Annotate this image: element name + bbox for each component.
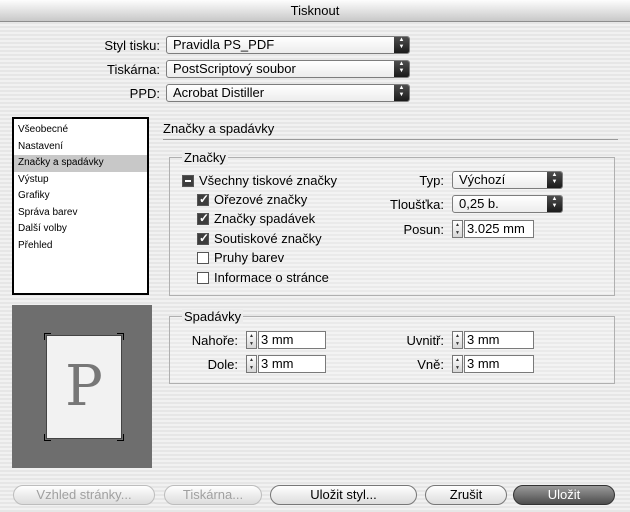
sidebar-item-summary[interactable]: Přehled — [14, 238, 147, 255]
offset-stepper[interactable]: ▲ ▼ — [452, 220, 463, 238]
bleed-outside-stepper[interactable]: ▲ ▼ — [452, 355, 463, 373]
bleed-bottom-input[interactable]: 3 mm — [258, 355, 326, 373]
checkbox-checked-icon — [197, 211, 209, 225]
sidebar-item-advanced[interactable]: Další volby — [14, 221, 147, 238]
sidebar-item-setup[interactable]: Nastavení — [14, 139, 147, 156]
crop-marks-checkbox[interactable]: Ořezové značky — [197, 192, 307, 207]
mark-type-popup[interactable]: Výchozí ▲ ▼ — [452, 171, 563, 189]
popup-arrows-icon: ▲ ▼ — [394, 37, 409, 53]
checkbox-checked-icon — [197, 192, 209, 206]
crop-mark-icon — [44, 333, 51, 340]
preview-letter: P — [65, 354, 103, 419]
checkbox-checked-icon — [197, 231, 209, 245]
mark-type-value: Výchozí — [459, 172, 506, 187]
save-button[interactable]: Uložit — [513, 485, 615, 505]
sidebar-item-output[interactable]: Výstup — [14, 172, 147, 189]
printer-popup[interactable]: PostScriptový soubor ▲ ▼ — [166, 60, 410, 78]
weight-popup[interactable]: 0,25 b. ▲ ▼ — [452, 195, 563, 213]
ppd-value: Acrobat Distiller — [173, 85, 265, 100]
crop-mark-icon — [117, 333, 124, 340]
checkbox-unchecked-icon — [197, 251, 209, 264]
bleed-inside-input[interactable]: 3 mm — [464, 331, 534, 349]
bleed-marks-checkbox[interactable]: Značky spadávek — [197, 211, 315, 226]
page-info-checkbox[interactable]: Informace o stránce — [197, 270, 329, 285]
page-info-label: Informace o stránce — [214, 270, 329, 285]
bleed-bottom-stepper[interactable]: ▲ ▼ — [246, 355, 257, 373]
bleed-marks-label: Značky spadávek — [214, 211, 316, 226]
bleed-top-input[interactable]: 3 mm — [258, 331, 326, 349]
ppd-popup[interactable]: Acrobat Distiller ▲ ▼ — [166, 84, 410, 102]
all-marks-label: Všechny tiskové značky — [199, 173, 338, 188]
bleed-outside-input[interactable]: 3 mm — [464, 355, 534, 373]
preview-page: P — [44, 333, 124, 441]
bleed-group — [169, 316, 615, 384]
crop-mark-icon — [117, 434, 124, 441]
bleed-bottom-label: Dole: — [207, 357, 238, 372]
checkbox-unchecked-icon — [197, 271, 209, 284]
registration-marks-checkbox[interactable]: Soutiskové značky — [197, 231, 322, 246]
section-title: Značky a spadávky — [163, 121, 275, 136]
print-style-label: Styl tisku: — [104, 38, 160, 53]
bleed-outside-label: Vně: — [417, 357, 444, 372]
mixed-checkbox-icon — [182, 174, 194, 187]
marks-group-title: Značky — [182, 150, 228, 165]
page-preview: P — [12, 305, 152, 468]
bleed-top-stepper[interactable]: ▲ ▼ — [246, 331, 257, 349]
sidebar-item-color-management[interactable]: Správa barev — [14, 205, 147, 222]
save-style-button[interactable]: Uložit styl... — [270, 485, 417, 505]
popup-arrows-icon: ▲ ▼ — [394, 61, 409, 77]
popup-arrows-icon: ▲ ▼ — [547, 196, 562, 212]
bleed-group-title: Spadávky — [182, 309, 244, 324]
ppd-label: PPD: — [129, 86, 160, 101]
bleed-inside-stepper[interactable]: ▲ ▼ — [452, 331, 463, 349]
bleed-top-label: Nahoře: — [191, 333, 238, 348]
all-marks-checkbox[interactable]: Všechny tiskové značky — [182, 173, 337, 188]
category-list[interactable]: Všeobecné Nastavení Značky a spadávky Vý… — [12, 117, 149, 295]
offset-input[interactable]: 3.025 mm — [464, 220, 534, 238]
printer-button[interactable]: Tiskárna... — [164, 485, 262, 505]
printer-value: PostScriptový soubor — [173, 61, 296, 76]
sidebar-item-marks-and-bleed[interactable]: Značky a spadávky — [14, 155, 147, 172]
window-title: Tisknout — [0, 0, 630, 22]
popup-arrows-icon: ▲ ▼ — [547, 172, 562, 188]
print-style-value: Pravidla PS_PDF — [173, 37, 275, 52]
crop-mark-icon — [44, 434, 51, 441]
weight-label: Tloušťka: — [389, 197, 444, 212]
color-bars-label: Pruhy barev — [214, 250, 285, 265]
sidebar-item-graphics[interactable]: Grafiky — [14, 188, 147, 205]
page-setup-button[interactable]: Vzhled stránky... — [13, 485, 155, 505]
cancel-button[interactable]: Zrušit — [425, 485, 507, 505]
offset-label: Posun: — [403, 222, 444, 237]
mark-type-label: Typ: — [419, 173, 444, 188]
section-divider — [163, 139, 618, 140]
printer-label: Tiskárna: — [107, 62, 160, 77]
weight-value: 0,25 b. — [459, 196, 499, 211]
sidebar-item-general[interactable]: Všeobecné — [14, 122, 147, 139]
bleed-inside-label: Uvnitř: — [406, 333, 444, 348]
popup-arrows-icon: ▲ ▼ — [394, 85, 409, 101]
color-bars-checkbox[interactable]: Pruhy barev — [197, 250, 284, 265]
registration-marks-label: Soutiskové značky — [214, 231, 322, 246]
crop-marks-label: Ořezové značky — [214, 192, 308, 207]
print-style-popup[interactable]: Pravidla PS_PDF ▲ ▼ — [166, 36, 410, 54]
